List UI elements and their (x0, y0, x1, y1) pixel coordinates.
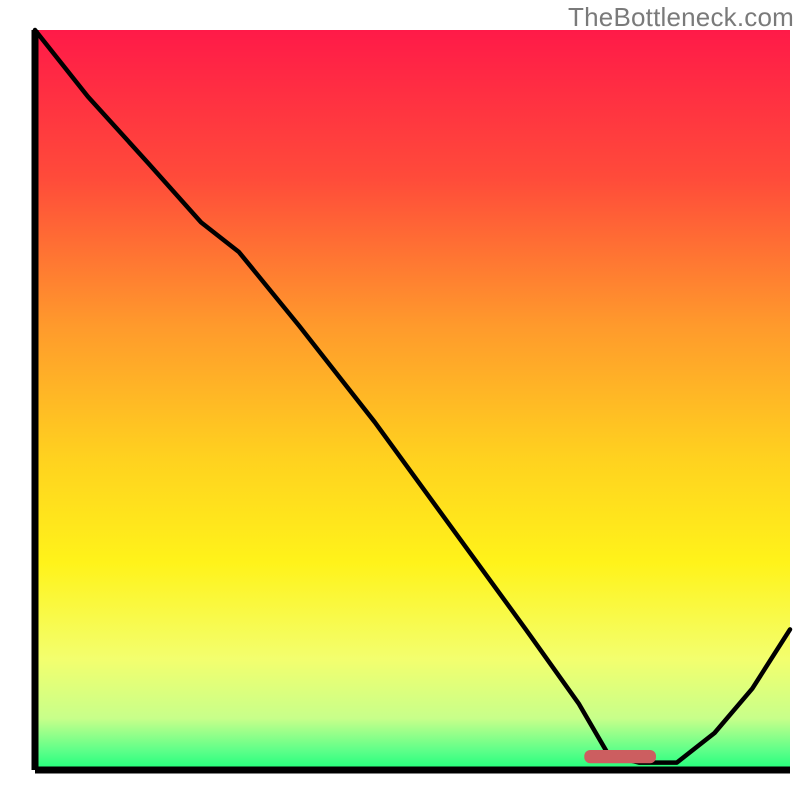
bottleneck-curve-plot (0, 0, 800, 800)
chart-container: TheBottleneck.com (0, 0, 800, 800)
optimal-marker (584, 750, 656, 763)
plot-background (35, 30, 790, 770)
